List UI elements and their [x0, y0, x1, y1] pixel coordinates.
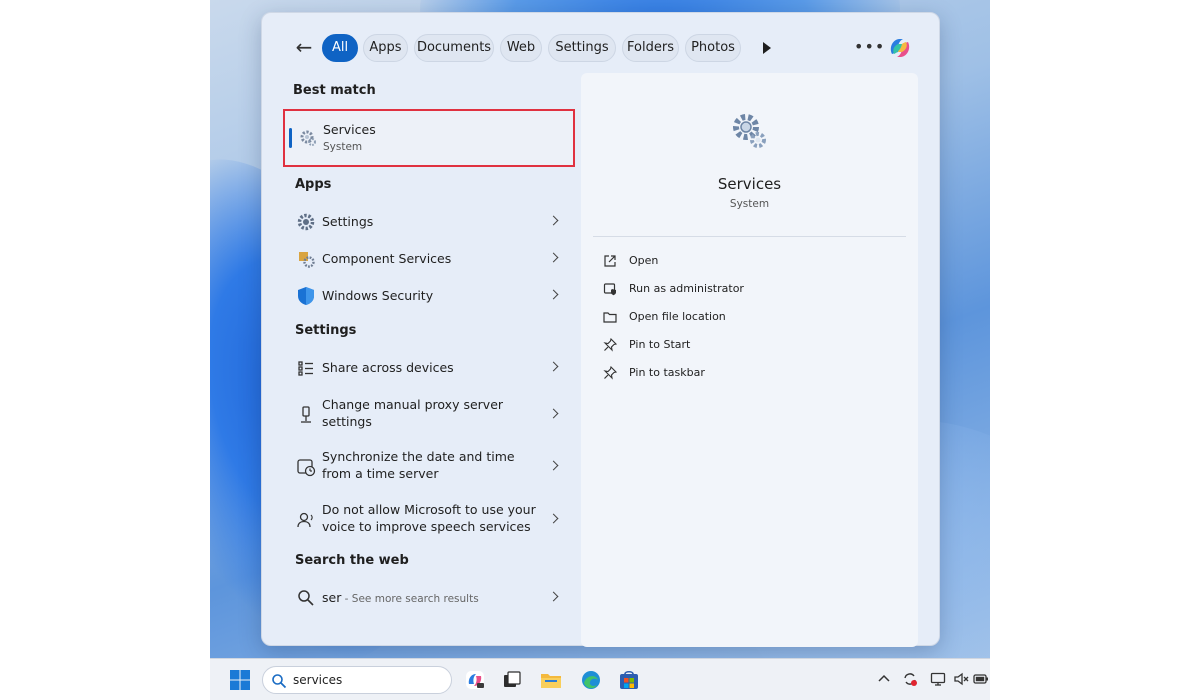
chevron-right-icon	[550, 462, 560, 472]
setting-item-time-sync[interactable]: Synchronize the date and time from a tim…	[284, 445, 574, 489]
preview-divider	[593, 236, 906, 237]
web-search-result[interactable]: ser - See more search results	[284, 585, 574, 611]
pin-icon	[603, 366, 617, 380]
setting-item-label: Do not allow Microsoft to use your	[322, 502, 536, 517]
filter-settings[interactable]: Settings	[548, 34, 616, 62]
setting-item-label: Change manual proxy server	[322, 397, 504, 412]
app-item-component-services[interactable]: Component Services	[284, 246, 574, 272]
search-web-heading: Search the web	[295, 553, 409, 568]
microsoft-store-icon[interactable]	[618, 669, 640, 691]
chevron-right-icon	[550, 217, 560, 227]
pin-icon	[603, 338, 617, 352]
voice-icon	[297, 512, 313, 528]
app-item-label: Settings	[322, 214, 374, 229]
open-external-icon	[604, 255, 616, 267]
more-filters-arrow-icon[interactable]	[759, 38, 775, 58]
preview-title: Services	[717, 175, 782, 193]
search-icon	[298, 590, 314, 606]
setting-item-label: Share across devices	[322, 360, 454, 375]
action-label: Run as administrator	[629, 282, 744, 295]
back-button[interactable]: ←	[291, 35, 317, 59]
task-view-icon[interactable]	[501, 669, 523, 691]
chevron-right-icon	[550, 291, 560, 301]
filter-bar: ← All Apps Documents Web Settings Folder…	[262, 13, 941, 77]
filter-documents[interactable]: Documents	[414, 34, 494, 62]
filter-all[interactable]: All	[322, 34, 358, 62]
action-label: Pin to Start	[629, 338, 691, 351]
preview-subtitle: System	[729, 198, 770, 210]
app-item-label: Windows Security	[322, 288, 434, 303]
chevron-right-icon	[550, 363, 560, 373]
network-monitor-icon[interactable]	[930, 671, 946, 687]
selection-indicator	[289, 128, 292, 148]
chevron-right-icon	[550, 254, 560, 264]
speaker-muted-icon[interactable]	[953, 671, 969, 687]
apps-heading: Apps	[295, 177, 332, 192]
setting-item-proxy-server[interactable]: Change manual proxy server settings	[284, 393, 574, 437]
best-match-title: Services	[323, 122, 376, 137]
chevron-right-icon	[550, 593, 560, 603]
services-gear-icon	[733, 114, 766, 148]
taskbar: services	[210, 658, 990, 700]
taskbar-search-value: services	[293, 673, 343, 687]
windows-start-icon[interactable]	[229, 669, 251, 691]
filter-apps[interactable]: Apps	[363, 34, 408, 62]
setting-item-share-across-devices[interactable]: Share across devices	[284, 355, 574, 381]
best-match-heading: Best match	[293, 83, 376, 98]
filter-photos[interactable]: Photos	[685, 34, 741, 62]
taskbar-search-input[interactable]: services	[262, 666, 452, 694]
chevron-up-icon[interactable]	[876, 671, 892, 687]
setting-item-label-line2: from a time server	[322, 466, 439, 481]
filter-web[interactable]: Web	[500, 34, 542, 62]
screenshot-canvas: ← All Apps Documents Web Settings Folder…	[0, 0, 1200, 700]
settings-gear-icon	[297, 213, 315, 231]
app-item-settings[interactable]: Settings	[284, 209, 574, 235]
action-open-file-location[interactable]: Open file location	[603, 308, 903, 328]
edge-browser-icon[interactable]	[580, 669, 602, 691]
share-devices-icon	[298, 361, 313, 376]
action-pin-to-taskbar[interactable]: Pin to taskbar	[603, 364, 903, 384]
clock-sync-icon	[297, 459, 316, 477]
setting-item-label: Synchronize the date and time	[322, 449, 515, 464]
action-open[interactable]: Open	[603, 252, 903, 272]
best-match-services[interactable]: Services System	[283, 109, 575, 167]
shield-icon	[298, 287, 314, 305]
app-item-label: Component Services	[322, 251, 452, 266]
admin-shield-icon	[603, 283, 616, 296]
filter-folders[interactable]: Folders	[622, 34, 679, 62]
action-label: Open	[629, 254, 659, 267]
copilot-icon[interactable]	[886, 34, 914, 62]
copilot-app-icon[interactable]	[464, 669, 486, 691]
more-options-icon[interactable]: •••	[854, 35, 884, 59]
chevron-right-icon	[550, 515, 560, 525]
web-search-query: ser	[322, 590, 342, 605]
preview-pane: Services System Open Run as administrato…	[581, 73, 918, 647]
file-explorer-icon[interactable]	[540, 669, 562, 691]
setting-item-label-line2: settings	[322, 414, 372, 429]
chevron-right-icon	[550, 410, 560, 420]
action-run-as-administrator[interactable]: Run as administrator	[603, 280, 903, 300]
battery-icon[interactable]	[973, 671, 989, 687]
services-gear-icon	[300, 130, 316, 146]
action-pin-to-start[interactable]: Pin to Start	[603, 336, 903, 356]
web-search-hint: - See more search results	[341, 593, 479, 605]
setting-item-label-line2: voice to improve speech services	[322, 519, 531, 534]
settings-heading: Settings	[295, 323, 357, 338]
action-label: Open file location	[629, 310, 726, 323]
component-services-icon	[299, 252, 315, 268]
setting-item-speech-services[interactable]: Do not allow Microsoft to use your voice…	[284, 498, 574, 542]
web-search-query-line: ser - See more search results	[322, 589, 479, 608]
sync-recording-icon[interactable]	[902, 671, 918, 687]
best-match-subtitle: System	[323, 141, 363, 153]
search-icon	[272, 674, 287, 689]
app-item-windows-security[interactable]: Windows Security	[284, 283, 574, 309]
folder-icon	[603, 312, 617, 323]
proxy-icon	[301, 406, 311, 423]
action-label: Pin to taskbar	[629, 366, 705, 379]
search-panel: ← All Apps Documents Web Settings Folder…	[261, 12, 941, 647]
